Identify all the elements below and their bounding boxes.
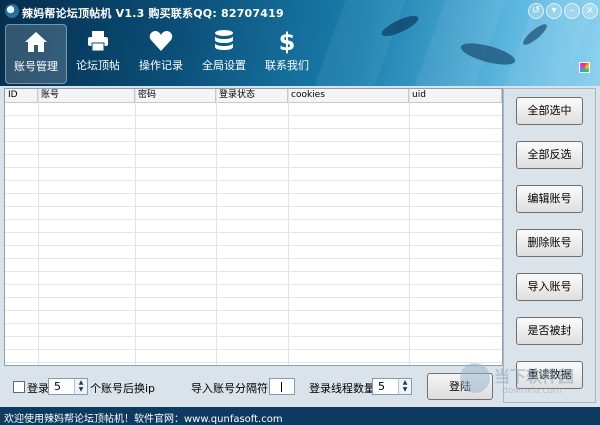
threads-label: 登录线程数量 bbox=[309, 382, 375, 395]
column-divider bbox=[216, 89, 217, 365]
column-divider bbox=[288, 89, 289, 365]
home-icon bbox=[25, 32, 47, 52]
login-checkbox[interactable] bbox=[13, 381, 25, 393]
window-title: 辣妈帮论坛顶帖机 V1.3 购买联系QQ: 82707419 bbox=[22, 7, 284, 20]
column-header-uid[interactable]: uid bbox=[409, 89, 502, 102]
up-arrow-icon[interactable]: ▲ bbox=[75, 379, 87, 386]
app-logo-icon bbox=[5, 4, 19, 18]
column-header-login-status[interactable]: 登录状态 bbox=[216, 89, 288, 102]
down-arrow-icon[interactable]: ▼ bbox=[399, 386, 411, 393]
delimiter-input[interactable] bbox=[269, 378, 295, 395]
bottom-controls: 登录 5 ▲ ▼ 个账号后换ip 导入账号分隔符： 登录线程数量 5 ▲ ▼ 登… bbox=[4, 368, 501, 403]
close-icon[interactable]: × bbox=[582, 3, 598, 19]
stepper-arrows[interactable]: ▲ ▼ bbox=[398, 379, 411, 394]
table-body[interactable] bbox=[5, 103, 502, 365]
nav-contact-us[interactable]: $ 联系我们 bbox=[257, 24, 317, 82]
stepper-arrows[interactable]: ▲ ▼ bbox=[74, 379, 87, 394]
accounts-per-ip-stepper[interactable]: 5 ▲ ▼ bbox=[48, 378, 88, 395]
dollar-icon: $ bbox=[279, 28, 296, 54]
minimize-icon[interactable]: – bbox=[564, 3, 580, 19]
refresh-icon[interactable]: ↺ bbox=[528, 3, 544, 19]
svg-text:$: $ bbox=[279, 28, 296, 54]
stepper-value: 5 bbox=[378, 380, 385, 393]
accounts-table[interactable]: ID 账号 密码 登录状态 cookies uid bbox=[4, 88, 503, 366]
main-area: ID 账号 密码 登录状态 cookies uid 登录 5 ▲ ▼ 个账号后换… bbox=[0, 86, 600, 407]
skin-color-icon[interactable] bbox=[579, 62, 590, 73]
menu-icon[interactable]: ▾ bbox=[546, 3, 562, 19]
watermark-subtitle: downxia.com bbox=[502, 386, 562, 396]
table-header: ID 账号 密码 登录状态 cookies uid bbox=[5, 89, 502, 103]
nav-label: 论坛顶帖 bbox=[76, 59, 120, 72]
up-arrow-icon[interactable]: ▲ bbox=[399, 379, 411, 386]
title-bar[interactable]: 辣妈帮论坛顶帖机 V1.3 购买联系QQ: 82707419 ↺ ▾ – × bbox=[0, 0, 600, 22]
check-banned-button[interactable]: 是否被封 bbox=[516, 317, 583, 345]
column-divider bbox=[135, 89, 136, 365]
down-arrow-icon[interactable]: ▼ bbox=[75, 386, 87, 393]
edit-account-button[interactable]: 编辑账号 bbox=[516, 185, 583, 213]
select-all-button[interactable]: 全部选中 bbox=[516, 97, 583, 125]
nav-global-settings[interactable]: 全局设置 bbox=[194, 24, 254, 82]
column-divider bbox=[409, 89, 410, 365]
database-icon bbox=[215, 30, 233, 50]
nav-operation-log[interactable]: 操作记录 bbox=[131, 24, 191, 82]
status-bar: 欢迎使用辣妈帮论坛顶帖机！软件官网：www.qunfasoft.com bbox=[0, 407, 600, 425]
stepper-value: 5 bbox=[54, 380, 61, 393]
nav-forum-bump[interactable]: 论坛顶帖 bbox=[68, 24, 128, 82]
import-account-button[interactable]: 导入账号 bbox=[516, 273, 583, 301]
column-header-cookies[interactable]: cookies bbox=[288, 89, 409, 102]
column-header-id[interactable]: ID bbox=[5, 89, 38, 102]
delimiter-label: 导入账号分隔符： bbox=[191, 382, 279, 395]
nav-label: 账号管理 bbox=[14, 60, 58, 73]
accounts-per-ip-label: 个账号后换ip bbox=[90, 382, 156, 395]
watermark: 当下软件园 downxia.com bbox=[460, 360, 590, 406]
login-checkbox-label: 登录 bbox=[27, 382, 49, 395]
header-banner: 辣妈帮论坛顶帖机 V1.3 购买联系QQ: 82707419 ↺ ▾ – × 账… bbox=[0, 0, 600, 86]
status-text: 欢迎使用辣妈帮论坛顶帖机！软件官网：www.qunfasoft.com bbox=[4, 414, 283, 425]
nav-label: 操作记录 bbox=[139, 59, 183, 72]
printer-icon bbox=[88, 31, 108, 52]
heart-icon bbox=[149, 31, 173, 51]
column-header-account[interactable]: 账号 bbox=[38, 89, 135, 102]
threads-stepper[interactable]: 5 ▲ ▼ bbox=[372, 378, 412, 395]
invert-selection-button[interactable]: 全部反选 bbox=[516, 141, 583, 169]
delete-account-button[interactable]: 删除账号 bbox=[516, 229, 583, 257]
nav-label: 全局设置 bbox=[202, 59, 246, 72]
watermark-title: 当下软件园 bbox=[494, 367, 575, 386]
nav-label: 联系我们 bbox=[265, 59, 309, 72]
watermark-logo-icon bbox=[460, 363, 490, 393]
column-header-password[interactable]: 密码 bbox=[135, 89, 216, 102]
column-divider bbox=[38, 89, 39, 365]
side-panel: 全部选中 全部反选 编辑账号 删除账号 导入账号 是否被封 重读数据 bbox=[503, 88, 596, 403]
nav-account-management[interactable]: 账号管理 bbox=[5, 24, 67, 84]
